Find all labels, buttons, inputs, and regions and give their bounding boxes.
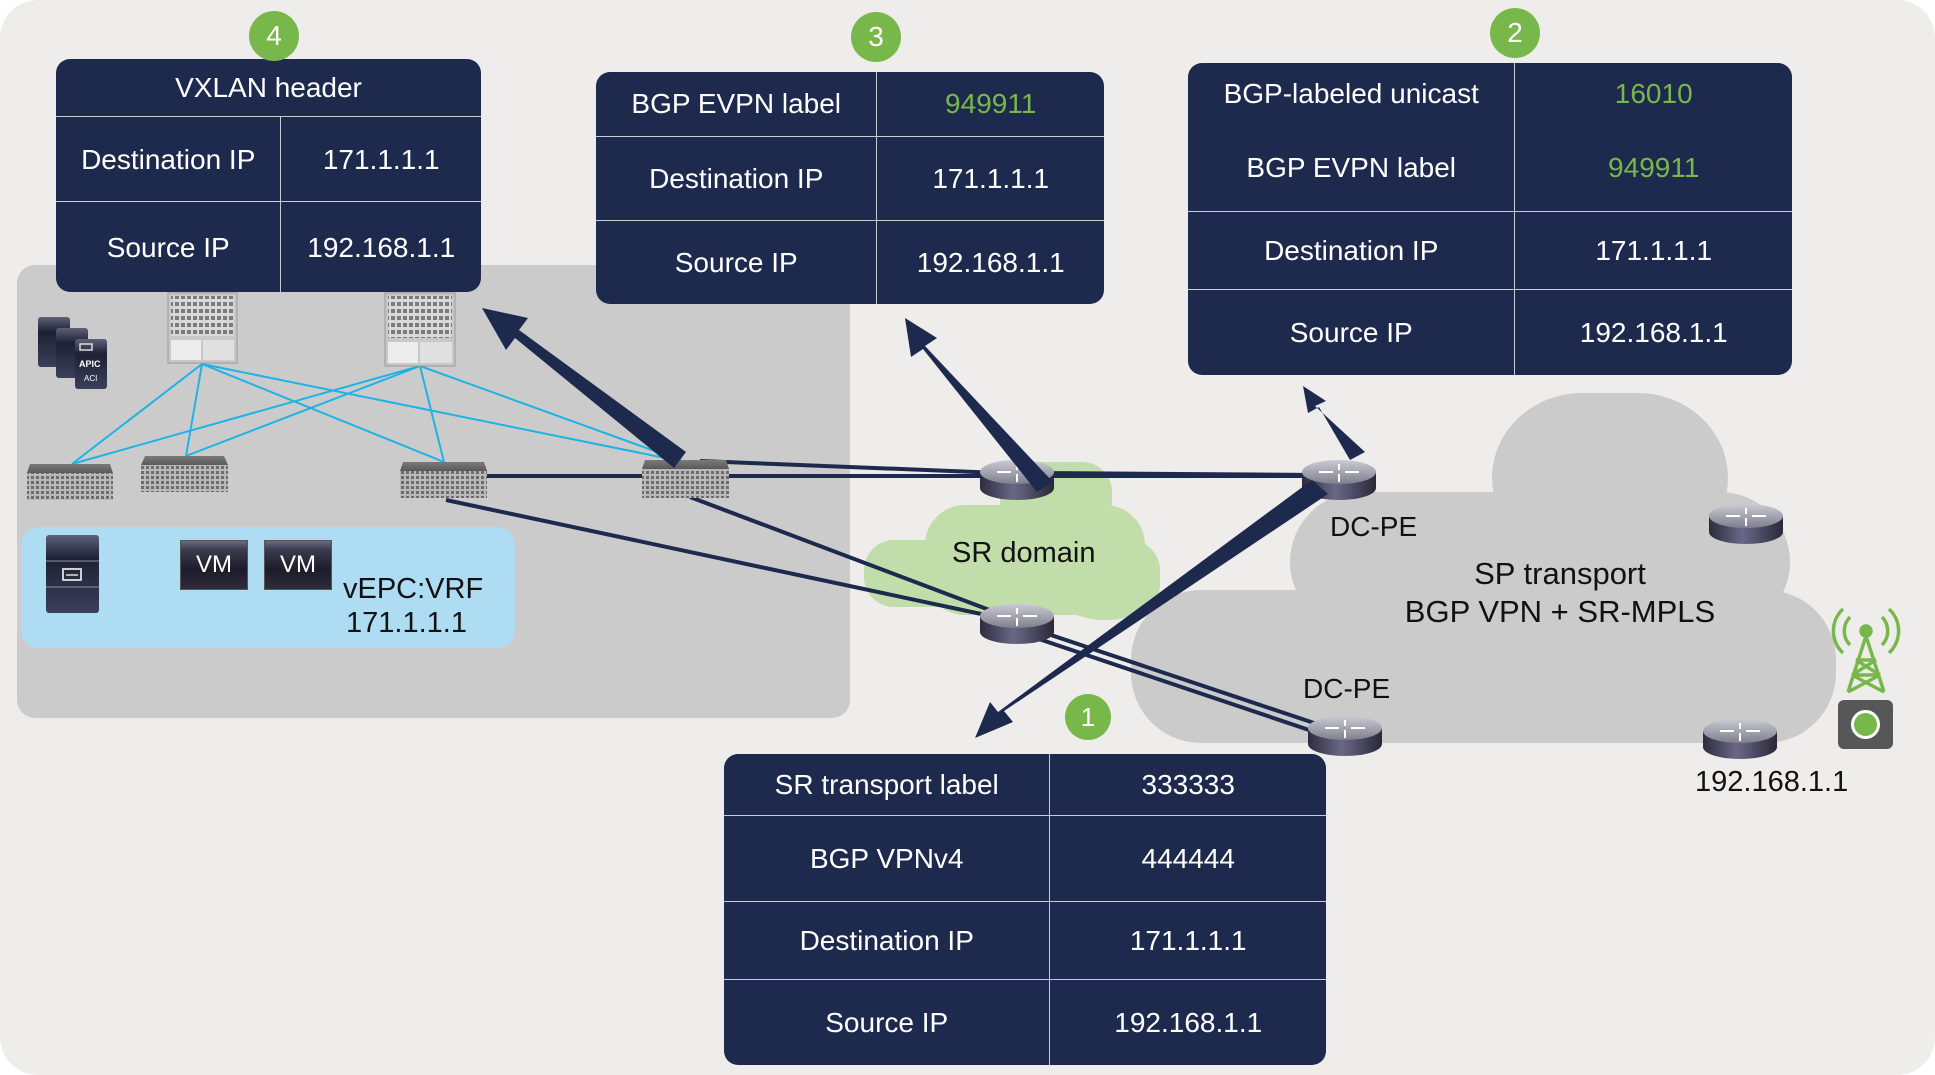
router-sp-edge bbox=[1703, 719, 1777, 759]
fabric-links bbox=[71, 363, 686, 465]
header-field-label: BGP VPNv4 bbox=[809, 843, 964, 874]
header-field-value: 192.168.1.1 bbox=[280, 202, 481, 292]
header-field-value: 171.1.1.1 bbox=[876, 137, 1104, 221]
vm-2-label: VM bbox=[280, 551, 316, 578]
arrow-to-box3 bbox=[905, 318, 1053, 492]
spine-switch-2 bbox=[384, 292, 456, 367]
header-field-label: Destination IP bbox=[1264, 235, 1439, 266]
step-badge-1: 1 bbox=[1065, 694, 1111, 740]
step-badge-2: 2 bbox=[1490, 8, 1540, 58]
header-field-value: 444444 bbox=[1049, 816, 1326, 902]
sr-domain-header-box: BGP EVPN label 949911 Destination IP 171… bbox=[596, 72, 1104, 304]
header-row: BGP EVPN label 949911 bbox=[1188, 125, 1792, 211]
router-sp-core bbox=[1709, 504, 1783, 544]
dc-pe-header-box: BGP-labeled unicast 16010 BGP EVPN label… bbox=[1188, 63, 1792, 375]
header-row: BGP EVPN label 949911 bbox=[596, 72, 1104, 136]
header-row: Destination IP 171.1.1.1 bbox=[724, 901, 1326, 980]
arrow-to-box2 bbox=[1303, 386, 1365, 460]
header-field-label: BGP-labeled unicast bbox=[1223, 78, 1479, 109]
header-field-label: SR transport label bbox=[774, 768, 999, 800]
vxlan-header-box: VXLAN header Destination IP 171.1.1.1 So… bbox=[56, 59, 481, 292]
header-field-value: 171.1.1.1 bbox=[1514, 212, 1792, 290]
header-row: Source IP 192.168.1.1 bbox=[56, 201, 481, 292]
sr-domain-label: SR domain bbox=[952, 537, 1096, 569]
apic-label: APIC bbox=[79, 359, 101, 369]
step-badge-4: 4 bbox=[249, 11, 299, 61]
header-field-label: Source IP bbox=[825, 1007, 949, 1038]
header-field-label: Source IP bbox=[106, 231, 230, 263]
router-dc-pe-bottom bbox=[1308, 716, 1382, 756]
header-row: Source IP 192.168.1.1 bbox=[724, 979, 1326, 1065]
aci-label: ACI bbox=[84, 374, 97, 383]
spine-switch-1 bbox=[167, 292, 238, 364]
leaf-switch-4 bbox=[642, 460, 729, 498]
vm-icon-2: VM bbox=[264, 540, 332, 590]
header-field-value: 949911 bbox=[876, 72, 1104, 136]
vxlan-header-title: VXLAN header bbox=[175, 71, 362, 103]
vrf-ip-label: 171.1.1.1 bbox=[346, 607, 467, 639]
header-row: Destination IP 171.1.1.1 bbox=[596, 136, 1104, 221]
header-row: BGP VPNv4 444444 bbox=[724, 815, 1326, 902]
header-field-value: 949911 bbox=[1514, 125, 1792, 211]
header-field-value: 16010 bbox=[1514, 63, 1792, 125]
dc-pe-bottom-label: DC-PE bbox=[1303, 673, 1391, 704]
header-field-label: BGP EVPN label bbox=[631, 88, 842, 119]
header-row: Source IP 192.168.1.1 bbox=[1188, 289, 1792, 375]
header-row: Destination IP 171.1.1.1 bbox=[1188, 211, 1792, 290]
router-sr-bottom bbox=[980, 604, 1054, 644]
cell-tower-icon bbox=[1831, 607, 1901, 694]
header-row: SR transport label 333333 bbox=[724, 754, 1326, 815]
leaf-switch-1 bbox=[27, 464, 113, 500]
header-field-value: 171.1.1.1 bbox=[280, 117, 481, 202]
arrow-to-box4 bbox=[482, 308, 686, 468]
header-field-value: 192.168.1.1 bbox=[1049, 980, 1326, 1065]
header-field-label: BGP EVPN label bbox=[1246, 152, 1457, 183]
radio-unit-icon bbox=[1838, 700, 1893, 749]
vm-icon-1: VM bbox=[180, 540, 248, 590]
header-field-value: 333333 bbox=[1049, 754, 1326, 815]
header-row: BGP-labeled unicast 16010 bbox=[1188, 63, 1792, 125]
source-ip-label: 192.168.1.1 bbox=[1695, 766, 1849, 798]
sp-transport-title: SP transport bbox=[1474, 556, 1646, 591]
header-field-value: 171.1.1.1 bbox=[1049, 902, 1326, 980]
apic-controller-icon: APIC ACI bbox=[38, 317, 107, 389]
header-field-label: Destination IP bbox=[799, 925, 974, 956]
header-field-label: Source IP bbox=[674, 247, 798, 278]
header-field-value: 192.168.1.1 bbox=[876, 221, 1104, 304]
header-field-label: Destination IP bbox=[81, 143, 256, 175]
vrf-name-label: vEPC:VRF bbox=[343, 573, 484, 605]
header-field-label: Source IP bbox=[1289, 317, 1413, 348]
vm-1-label: VM bbox=[196, 551, 232, 578]
header-row: Source IP 192.168.1.1 bbox=[596, 220, 1104, 304]
header-field-value: 192.168.1.1 bbox=[1514, 290, 1792, 375]
dc-pe-top-label: DC-PE bbox=[1330, 511, 1418, 542]
sp-transport-header-box: SR transport label 333333 BGP VPNv4 4444… bbox=[724, 754, 1326, 1065]
step-badge-3: 3 bbox=[851, 12, 901, 62]
leaf-switch-3 bbox=[400, 462, 487, 498]
sp-transport-subtitle: BGP VPN + SR-MPLS bbox=[1404, 594, 1716, 629]
header-field-label: Destination IP bbox=[649, 163, 824, 194]
server-icon bbox=[46, 535, 99, 613]
leaf-switch-2 bbox=[141, 456, 228, 492]
header-row: Destination IP 171.1.1.1 bbox=[56, 116, 481, 202]
